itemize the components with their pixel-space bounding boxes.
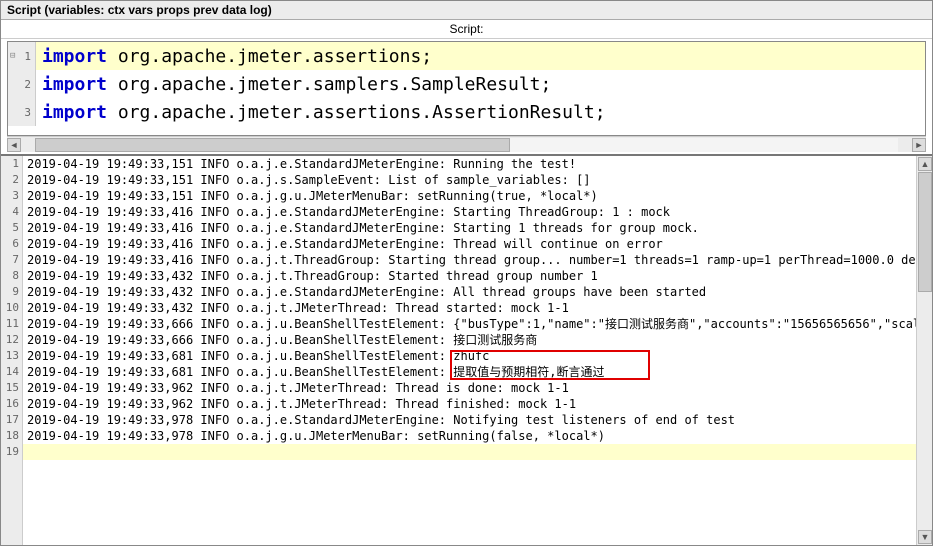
keyword-token: import xyxy=(42,46,107,67)
log-line-number: 5 xyxy=(1,220,22,236)
log-line[interactable]: 2019-04-19 19:49:33,978 INFO o.a.j.e.Sta… xyxy=(23,412,916,428)
keyword-token: import xyxy=(42,74,107,95)
log-line[interactable]: 2019-04-19 19:49:33,432 INFO o.a.j.e.Sta… xyxy=(23,284,916,300)
editor-line-number: 2 xyxy=(8,70,35,98)
keyword-token: import xyxy=(42,102,107,123)
log-line-number: 14 xyxy=(1,364,22,380)
script-editor[interactable]: 1⊟23 import org.apache.jmeter.assertions… xyxy=(7,41,926,136)
log-line-number: 16 xyxy=(1,396,22,412)
editor-line-number: 3 xyxy=(8,98,35,126)
script-field-label: Script: xyxy=(1,20,932,39)
log-line-number: 4 xyxy=(1,204,22,220)
log-vertical-scrollbar[interactable]: ▲ ▼ xyxy=(916,156,932,545)
package-token: org.apache.jmeter.samplers.SampleResult; xyxy=(107,74,551,95)
fold-minus-icon[interactable]: ⊟ xyxy=(10,51,15,61)
package-token: org.apache.jmeter.assertions; xyxy=(107,46,432,67)
editor-line-number: 1⊟ xyxy=(8,42,35,70)
scroll-left-icon[interactable]: ◄ xyxy=(7,138,21,152)
log-line-number: 7 xyxy=(1,252,22,268)
log-content[interactable]: 2019-04-19 19:49:33,151 INFO o.a.j.e.Sta… xyxy=(23,156,916,545)
log-line-number: 1 xyxy=(1,156,22,172)
log-line-number: 19 xyxy=(1,444,22,460)
log-line[interactable]: 2019-04-19 19:49:33,416 INFO o.a.j.e.Sta… xyxy=(23,236,916,252)
log-line-number: 6 xyxy=(1,236,22,252)
log-line-number: 8 xyxy=(1,268,22,284)
log-line[interactable]: 2019-04-19 19:49:33,416 INFO o.a.j.e.Sta… xyxy=(23,220,916,236)
log-line[interactable]: 2019-04-19 19:49:33,151 INFO o.a.j.e.Sta… xyxy=(23,156,916,172)
log-line[interactable]: 2019-04-19 19:49:33,151 INFO o.a.j.s.Sam… xyxy=(23,172,916,188)
editor-line[interactable]: import org.apache.jmeter.assertions.Asse… xyxy=(36,98,925,126)
log-line-number: 10 xyxy=(1,300,22,316)
log-gutter: 12345678910111213141516171819 xyxy=(1,156,23,545)
scroll-down-icon[interactable]: ▼ xyxy=(918,530,932,544)
log-line[interactable] xyxy=(23,444,916,460)
editor-content[interactable]: import org.apache.jmeter.assertions;impo… xyxy=(36,42,925,126)
log-line-number: 12 xyxy=(1,332,22,348)
log-line[interactable]: 2019-04-19 19:49:33,681 INFO o.a.j.u.Bea… xyxy=(23,364,916,380)
log-line[interactable]: 2019-04-19 19:49:33,962 INFO o.a.j.t.JMe… xyxy=(23,380,916,396)
log-line-number: 13 xyxy=(1,348,22,364)
log-line[interactable]: 2019-04-19 19:49:33,416 INFO o.a.j.e.Sta… xyxy=(23,204,916,220)
log-panel: 12345678910111213141516171819 2019-04-19… xyxy=(1,154,932,545)
log-line[interactable]: 2019-04-19 19:49:33,978 INFO o.a.j.g.u.J… xyxy=(23,428,916,444)
hscroll-track[interactable] xyxy=(35,138,898,152)
log-line[interactable]: 2019-04-19 19:49:33,416 INFO o.a.j.t.Thr… xyxy=(23,252,916,268)
package-token: org.apache.jmeter.assertions.AssertionRe… xyxy=(107,102,606,123)
scroll-right-icon[interactable]: ► xyxy=(912,138,926,152)
log-line[interactable]: 2019-04-19 19:49:33,681 INFO o.a.j.u.Bea… xyxy=(23,348,916,364)
log-line-number: 3 xyxy=(1,188,22,204)
editor-line[interactable]: import org.apache.jmeter.samplers.Sample… xyxy=(36,70,925,98)
log-line[interactable]: 2019-04-19 19:49:33,151 INFO o.a.j.g.u.J… xyxy=(23,188,916,204)
editor-line[interactable]: import org.apache.jmeter.assertions; xyxy=(36,42,925,70)
scroll-up-icon[interactable]: ▲ xyxy=(918,157,932,171)
log-line[interactable]: 2019-04-19 19:49:33,432 INFO o.a.j.t.JMe… xyxy=(23,300,916,316)
log-line-number: 11 xyxy=(1,316,22,332)
hscroll-thumb[interactable] xyxy=(35,138,510,152)
vscroll-thumb[interactable] xyxy=(918,172,932,292)
log-line-number: 2 xyxy=(1,172,22,188)
panel-title: Script (variables: ctx vars props prev d… xyxy=(1,0,932,20)
editor-horizontal-scrollbar[interactable]: ◄ ► xyxy=(7,136,926,152)
log-line-number: 17 xyxy=(1,412,22,428)
log-line-number: 9 xyxy=(1,284,22,300)
log-line-number: 15 xyxy=(1,380,22,396)
log-line[interactable]: 2019-04-19 19:49:33,666 INFO o.a.j.u.Bea… xyxy=(23,316,916,332)
log-line[interactable]: 2019-04-19 19:49:33,962 INFO o.a.j.t.JMe… xyxy=(23,396,916,412)
log-line-number: 18 xyxy=(1,428,22,444)
log-line[interactable]: 2019-04-19 19:49:33,432 INFO o.a.j.t.Thr… xyxy=(23,268,916,284)
log-line[interactable]: 2019-04-19 19:49:33,666 INFO o.a.j.u.Bea… xyxy=(23,332,916,348)
editor-gutter: 1⊟23 xyxy=(8,42,36,126)
